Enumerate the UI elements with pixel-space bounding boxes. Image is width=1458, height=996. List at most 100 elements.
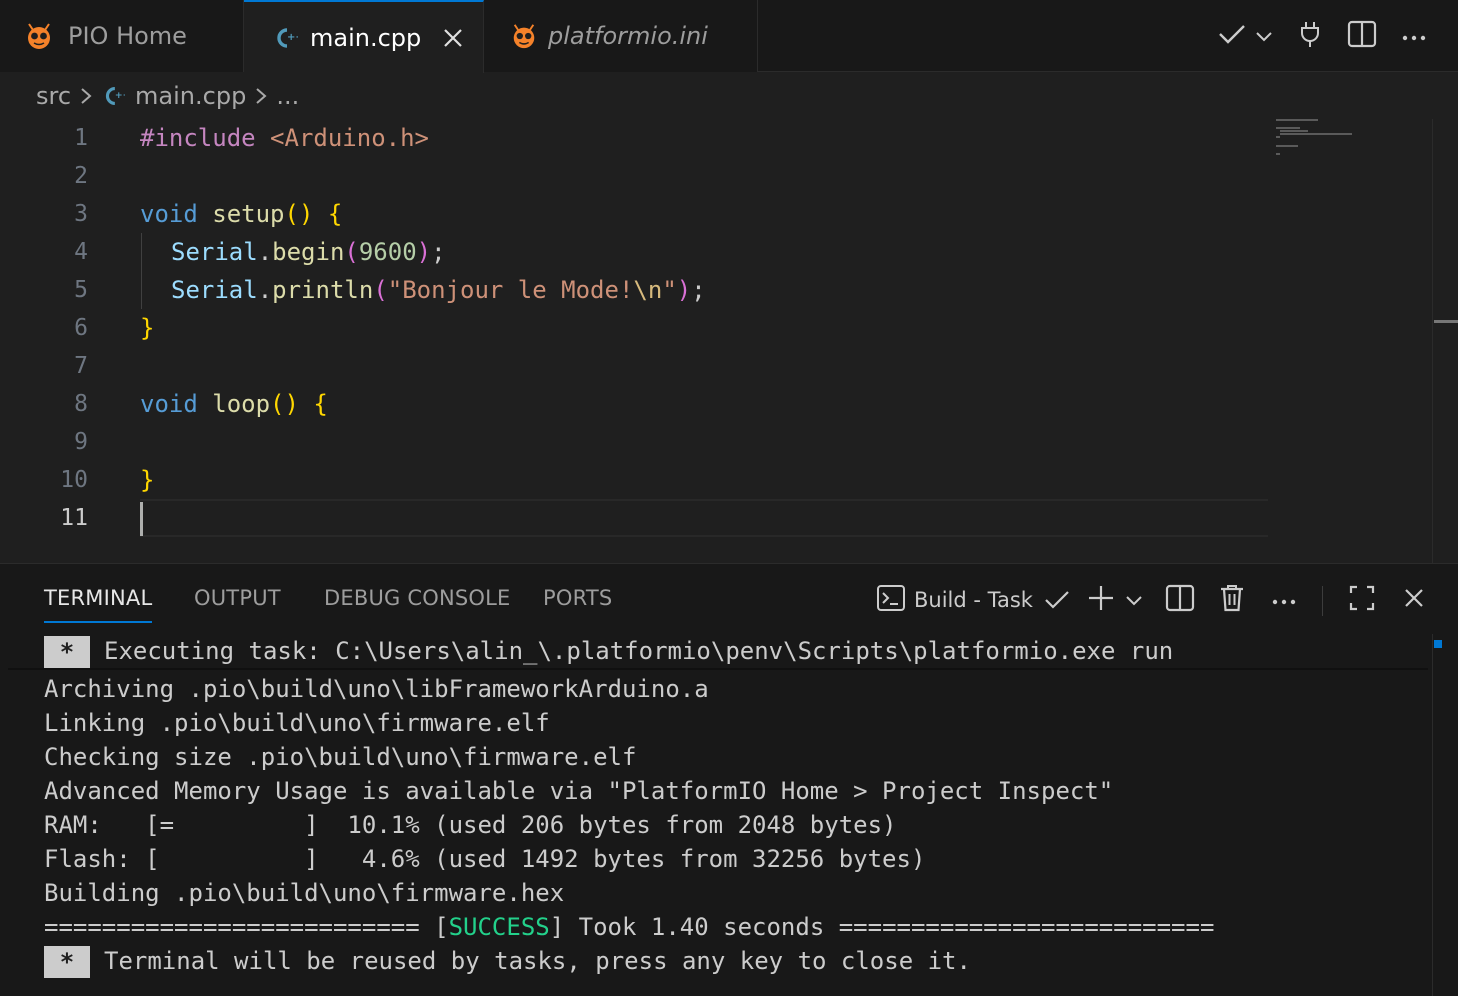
new-terminal-button[interactable] bbox=[1084, 582, 1118, 618]
panel-tab-output[interactable]: OUTPUT bbox=[194, 586, 281, 616]
ellipsis-icon bbox=[1272, 591, 1296, 610]
code-editor[interactable]: 1 2 3 4 5 6 7 8 9 10 11 #include <Arduin… bbox=[0, 119, 1458, 563]
plug-icon bbox=[1299, 20, 1321, 52]
breadcrumb: src ++ main.cpp ... bbox=[0, 73, 1458, 119]
code-line-4: Serial.begin(9600); bbox=[171, 238, 446, 266]
text-cursor bbox=[140, 502, 143, 536]
code-line-10: } bbox=[140, 466, 155, 494]
tab-label: PIO Home bbox=[68, 22, 187, 50]
terminal-line: Advanced Memory Usage is available via "… bbox=[44, 777, 1114, 805]
panel-tab-terminal[interactable]: TERMINAL bbox=[44, 586, 153, 623]
panel-tab-ports[interactable]: PORTS bbox=[543, 586, 612, 616]
chevron-down-icon bbox=[1255, 27, 1273, 46]
platformio-ant-icon bbox=[510, 22, 538, 50]
breadcrumb-symbols[interactable]: ... bbox=[276, 82, 299, 110]
terminal-line: Linking .pio\build\uno\firmware.elf bbox=[44, 709, 550, 737]
tab-main-cpp[interactable]: ++ main.cpp bbox=[244, 0, 484, 73]
minimap-line bbox=[1280, 133, 1352, 135]
terminal-task-selector[interactable]: Build - Task bbox=[876, 582, 1071, 618]
minimap-line bbox=[1276, 145, 1298, 147]
toolbar-divider bbox=[1322, 586, 1323, 616]
panel-tab-debug-console[interactable]: DEBUG CONSOLE bbox=[324, 586, 511, 616]
editor-scrollbar[interactable] bbox=[1432, 119, 1458, 563]
minimap-line bbox=[1276, 119, 1318, 121]
line-number: 2 bbox=[74, 163, 88, 189]
chevron-right-icon bbox=[79, 86, 93, 106]
breadcrumb-file[interactable]: main.cpp bbox=[135, 82, 246, 110]
build-options-dropdown[interactable] bbox=[1252, 16, 1276, 56]
tab-platformio-ini[interactable]: platformio.ini bbox=[484, 0, 758, 72]
code-line-6: } bbox=[140, 314, 155, 342]
minimap-line bbox=[1276, 153, 1280, 155]
terminal-line: Archiving .pio\build\uno\libFrameworkArd… bbox=[44, 675, 709, 703]
svg-text:++: ++ bbox=[287, 32, 298, 43]
code-line-1: #include <Arduino.h> bbox=[140, 124, 429, 152]
terminal-sticky-header: * Executing task: C:\Users\alin_\.platfor… bbox=[8, 634, 1428, 670]
editor-tab-bar: PIO Home ++ main.cpp platformio.ini bbox=[0, 0, 1458, 73]
tab-label: platformio.ini bbox=[548, 22, 708, 50]
panel-more-actions-button[interactable] bbox=[1266, 582, 1302, 618]
minimap[interactable] bbox=[1274, 119, 1364, 169]
line-number-gutter: 1 2 3 4 5 6 7 8 9 10 11 bbox=[0, 119, 100, 563]
svg-text:++: ++ bbox=[115, 90, 125, 101]
terminal-line-ram: RAM: [= ] 10.1% (used 206 bytes from 204… bbox=[44, 811, 897, 839]
terminal-line: Building .pio\build\uno\firmware.hex bbox=[44, 879, 565, 907]
line-number: 9 bbox=[74, 429, 88, 455]
line-number: 3 bbox=[74, 201, 88, 227]
split-terminal-button[interactable] bbox=[1162, 582, 1198, 618]
line-number: 4 bbox=[74, 239, 88, 265]
scrollbar-position-marker bbox=[1434, 640, 1442, 648]
terminal-line-success: ========================== [SUCCESS] Too… bbox=[44, 913, 1215, 941]
line-number: 10 bbox=[60, 467, 88, 493]
terminal-profiles-dropdown[interactable] bbox=[1122, 582, 1146, 618]
line-number: 1 bbox=[74, 125, 88, 151]
task-badge: * bbox=[44, 636, 90, 668]
checkmark-icon bbox=[1043, 589, 1071, 611]
trash-icon bbox=[1219, 583, 1245, 617]
code-line-3: void setup() { bbox=[140, 200, 343, 228]
tab-pio-home[interactable]: PIO Home bbox=[0, 0, 244, 72]
platformio-ant-icon bbox=[24, 21, 54, 51]
line-number: 5 bbox=[74, 277, 88, 303]
minimap-line bbox=[1280, 130, 1308, 132]
split-editor-icon bbox=[1165, 583, 1195, 617]
terminal-line-flash: Flash: [ ] 4.6% (used 1492 bytes from 32… bbox=[44, 845, 926, 873]
terminal-line-executing: * Executing task: C:\Users\alin_\.platfor… bbox=[44, 634, 1173, 668]
line-number-current: 11 bbox=[60, 505, 88, 531]
close-panel-button[interactable] bbox=[1396, 582, 1432, 618]
indent-guide bbox=[141, 233, 142, 309]
minimap-line bbox=[1276, 127, 1300, 129]
split-editor-button[interactable] bbox=[1344, 16, 1380, 56]
terminal-line: Checking size .pio\build\uno\firmware.el… bbox=[44, 743, 637, 771]
scrollbar-position-marker bbox=[1434, 320, 1458, 323]
plus-icon bbox=[1087, 584, 1115, 616]
checkmark-icon bbox=[1217, 22, 1247, 50]
line-number: 8 bbox=[74, 391, 88, 417]
chevron-right-icon bbox=[254, 86, 268, 106]
minimap-line bbox=[1276, 136, 1280, 138]
line-number: 6 bbox=[74, 315, 88, 341]
breadcrumb-folder[interactable]: src bbox=[36, 82, 71, 110]
code-line-8: void loop() { bbox=[140, 390, 328, 418]
maximize-panel-button[interactable] bbox=[1344, 582, 1380, 618]
current-line-highlight bbox=[140, 499, 1268, 537]
more-actions-button[interactable] bbox=[1396, 16, 1432, 56]
terminal-line-reuse: * Terminal will be reused by tasks, press… bbox=[44, 944, 971, 978]
maximize-icon bbox=[1348, 584, 1376, 616]
close-icon bbox=[1403, 587, 1425, 613]
bottom-panel: TERMINAL OUTPUT DEBUG CONSOLE PORTS Buil… bbox=[0, 563, 1458, 996]
line-number: 7 bbox=[74, 353, 88, 379]
terminal-output[interactable]: * Executing task: C:\Users\alin_\.platfor… bbox=[0, 634, 1430, 996]
success-status: SUCCESS bbox=[448, 913, 550, 941]
ellipsis-icon bbox=[1402, 27, 1426, 46]
upload-button[interactable] bbox=[1292, 16, 1328, 56]
task-badge: * bbox=[44, 946, 90, 978]
terminal-scrollbar[interactable] bbox=[1432, 634, 1458, 996]
kill-terminal-button[interactable] bbox=[1214, 582, 1250, 618]
terminal-task-name: Build - Task bbox=[914, 588, 1033, 612]
build-button[interactable] bbox=[1212, 16, 1252, 56]
chevron-down-icon bbox=[1125, 591, 1143, 610]
tab-label: main.cpp bbox=[310, 23, 422, 52]
terminal-icon bbox=[876, 584, 906, 616]
close-icon[interactable] bbox=[439, 24, 467, 52]
